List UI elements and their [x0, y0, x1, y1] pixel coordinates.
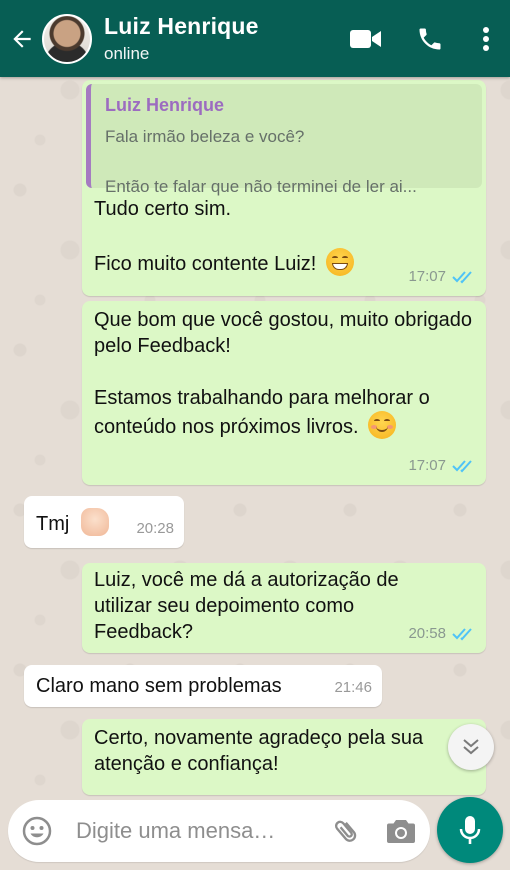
- message-meta: 17:07: [408, 453, 476, 479]
- emoji-icon[interactable]: [8, 800, 66, 862]
- contact-status: online: [104, 44, 150, 63]
- smiling-face-emoji-icon: [368, 411, 397, 439]
- message-bubble-incoming[interactable]: Claro mano sem problemas 21:46: [24, 665, 382, 707]
- message-time: 17:07: [408, 457, 446, 474]
- message-bubble-outgoing[interactable]: Luiz Henrique Fala irmão beleza e você? …: [82, 80, 486, 296]
- read-receipt-icon: [452, 628, 472, 641]
- message-time: 20:28: [136, 520, 174, 537]
- message-time: 17:07: [408, 268, 446, 285]
- message-text: Que bom que você gostou, muito obrigado …: [94, 309, 473, 438]
- read-receipt-icon: [452, 271, 472, 284]
- attach-icon[interactable]: [320, 800, 372, 862]
- message-meta: 20:28: [136, 516, 174, 542]
- avatar[interactable]: [42, 13, 92, 64]
- message-text: Luiz, você me dá a autorização de utiliz…: [94, 569, 399, 643]
- quoted-text-line: Fala irmão beleza e você?: [105, 127, 305, 146]
- camera-icon[interactable]: [372, 800, 430, 862]
- quoted-message[interactable]: Luiz Henrique Fala irmão beleza e você? …: [86, 84, 482, 196]
- video-call-icon[interactable]: [334, 0, 398, 77]
- grinning-face-emoji-icon: [325, 248, 354, 276]
- message-composer: [8, 800, 430, 862]
- message-text: Claro mano sem problemas: [36, 675, 282, 697]
- chat-header: Luiz Henrique online: [0, 0, 510, 77]
- message-meta: 21:46: [334, 675, 372, 701]
- contact-name: Luiz Henrique: [104, 13, 259, 39]
- contact-info[interactable]: Luiz Henrique online: [104, 13, 334, 64]
- message-text: Tudo certo sim. Fico muito contente Luiz…: [94, 198, 317, 275]
- double-chevron-down-icon: [463, 739, 479, 755]
- mic-icon: [459, 816, 481, 844]
- fist-bump-emoji-icon: [80, 508, 109, 536]
- message-bubble-outgoing[interactable]: Que bom que você gostou, muito obrigado …: [82, 301, 486, 485]
- back-arrow-icon[interactable]: [2, 0, 42, 77]
- message-meta: 17:07: [408, 264, 476, 290]
- message-text: Tmj: [36, 513, 70, 535]
- message-bubble-incoming[interactable]: Tmj 20:28: [24, 496, 184, 548]
- quoted-author: Luiz Henrique: [105, 95, 225, 115]
- mic-button[interactable]: [437, 797, 503, 863]
- message-text: Certo, novamente agradeço pela sua atenç…: [94, 727, 424, 775]
- message-time: 20:58: [408, 625, 446, 642]
- message-input[interactable]: [76, 818, 316, 844]
- more-options-icon[interactable]: [462, 0, 510, 77]
- read-receipt-icon: [452, 460, 472, 473]
- scroll-to-bottom-button[interactable]: [448, 724, 494, 770]
- message-bubble-outgoing[interactable]: Luiz, você me dá a autorização de utiliz…: [82, 563, 486, 653]
- message-meta: 20:58: [408, 621, 476, 647]
- message-time: 21:46: [334, 679, 372, 696]
- phone-icon[interactable]: [398, 0, 462, 77]
- message-bubble-outgoing[interactable]: Certo, novamente agradeço pela sua atenç…: [82, 719, 486, 795]
